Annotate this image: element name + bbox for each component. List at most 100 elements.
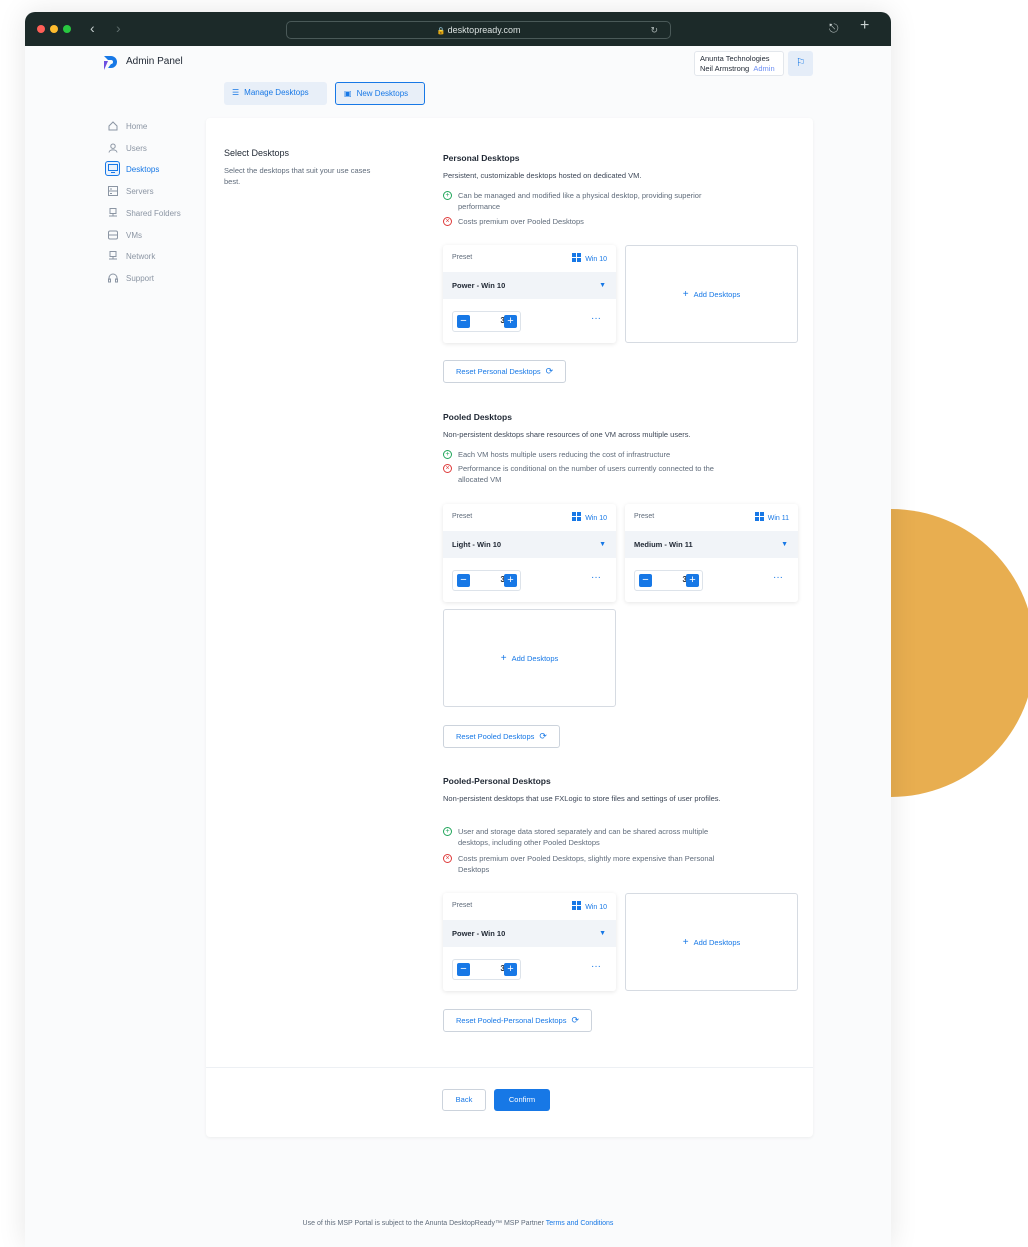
more-options-icon[interactable]: ··· — [591, 573, 601, 583]
sidebar-item-label: Servers — [126, 187, 154, 196]
preset-select[interactable]: Light - Win 10 ▼ — [443, 531, 616, 558]
personal-desktops-description: Persistent, customizable desktops hosted… — [443, 171, 642, 180]
more-options-icon[interactable]: ··· — [773, 573, 783, 583]
add-desktops-label: Add Desktops — [693, 937, 741, 947]
windows-icon — [572, 253, 582, 262]
add-desktops-label: Add Desktops — [511, 653, 559, 663]
sidebar-item-label: Home — [126, 122, 148, 131]
windows-icon — [754, 512, 764, 521]
quantity-value[interactable]: 3 — [453, 575, 509, 584]
sidebar-item-label: VMs — [126, 231, 142, 240]
x-circle-icon: × — [443, 854, 452, 863]
check-circle-icon: + — [443, 827, 452, 836]
plus-icon[interactable]: + — [860, 18, 869, 34]
sidebar-item-desktops[interactable]: Desktops — [105, 161, 195, 179]
plus-icon: + — [682, 936, 689, 948]
vm-icon — [105, 227, 120, 242]
check-circle-icon: + — [443, 191, 452, 200]
sidebar-item-users[interactable]: Users — [105, 140, 195, 158]
chevron-right-icon[interactable]: › — [116, 20, 121, 36]
sidebar-item-network[interactable]: Network — [105, 248, 195, 266]
preset-card: Preset Win 10 Power - Win 10 ▼ − 3 + ··· — [443, 245, 616, 343]
quantity-value[interactable]: 3 — [635, 575, 691, 584]
share-icon[interactable]: ⎋ — [829, 20, 839, 36]
reset-icon: ⟳ — [571, 1015, 580, 1025]
sidebar-item-label: Support — [126, 274, 155, 283]
preset-select[interactable]: Power - Win 10 ▼ — [443, 920, 616, 947]
confirm-button[interactable]: Confirm — [494, 1089, 550, 1111]
reload-icon[interactable]: ↻ — [650, 22, 658, 38]
os-label: Win 11 — [754, 512, 789, 522]
new-desktops-label: New Desktops — [356, 89, 409, 98]
con-text: Costs premium over Pooled Desktops, slig… — [458, 854, 715, 874]
preset-label: Preset — [452, 902, 473, 909]
monitor-icon — [105, 161, 120, 176]
minimize-window-dot[interactable] — [50, 25, 58, 33]
add-desktops-button[interactable]: + Add Desktops — [443, 609, 616, 707]
pooled-desktops-description: Non-persistent desktops share resources … — [443, 430, 691, 439]
sidebar-item-vms[interactable]: VMs — [105, 227, 195, 245]
add-desktops-button[interactable]: + Add Desktops — [625, 245, 798, 343]
os-label: Win 10 — [572, 253, 607, 263]
manage-desktops-tab[interactable]: ☰ Manage Desktops — [224, 82, 327, 105]
browser-window: ‹ › 🔒 desktopready.com ↻ ⎋ + Admin Panel… — [25, 12, 891, 1247]
reset-pooled-desktops-button[interactable]: Reset Pooled Desktops ⟳ — [443, 725, 560, 748]
os-label: Win 10 — [572, 901, 607, 911]
os-text: Win 10 — [585, 904, 607, 911]
plus-button[interactable]: + — [504, 574, 517, 587]
preset-select[interactable]: Power - Win 10 ▼ — [443, 272, 616, 299]
reset-personal-desktops-button[interactable]: Reset Personal Desktops ⟳ — [443, 360, 567, 383]
sidebar-item-servers[interactable]: Servers — [105, 183, 195, 201]
server-icon — [105, 183, 120, 198]
plus-icon: + — [500, 652, 507, 664]
caret-down-icon: ▼ — [781, 541, 788, 548]
preset-value: Medium - Win 11 — [634, 540, 693, 549]
preset-label: Preset — [452, 513, 473, 520]
reset-pooled-personal-desktops-button[interactable]: Reset Pooled-Personal Desktops ⟳ — [443, 1009, 593, 1032]
pro-text: Can be managed and modified like a physi… — [458, 191, 702, 211]
pooled-pro-item: + Each VM hosts multiple users reducing … — [443, 449, 733, 460]
url-text: desktopready.com — [447, 25, 521, 35]
sidebar-item-label: Shared Folders — [126, 209, 181, 218]
plus-button[interactable]: + — [686, 574, 699, 587]
footer: Use of this MSP Portal is subject to the… — [25, 1220, 891, 1227]
chevron-left-icon[interactable]: ‹ — [90, 20, 95, 36]
preset-card: Preset Win 10 Light - Win 10 ▼ − 3 + ··· — [443, 504, 616, 602]
plus-icon: + — [682, 288, 689, 300]
pooled-con-item: × Performance is conditional on the numb… — [443, 463, 733, 485]
personal-con-item: × Costs premium over Pooled Desktops — [443, 216, 733, 227]
caret-down-icon: ▼ — [599, 930, 606, 937]
back-button[interactable]: Back — [442, 1089, 486, 1111]
reset-label: Reset Personal Desktops — [456, 367, 541, 376]
sidebar-item-shared-folders[interactable]: Shared Folders — [105, 205, 195, 223]
quantity-value[interactable]: 3 — [453, 316, 509, 325]
os-text: Win 10 — [585, 256, 607, 263]
address-bar[interactable]: 🔒 desktopready.com ↻ — [286, 21, 671, 39]
more-options-icon[interactable]: ··· — [591, 962, 601, 972]
preset-select[interactable]: Medium - Win 11 ▼ — [625, 531, 798, 558]
more-options-icon[interactable]: ··· — [591, 314, 601, 324]
new-desktops-card: Select Desktops Select the desktops that… — [206, 118, 813, 1137]
con-text: Costs premium over Pooled Desktops — [458, 217, 584, 226]
sidebar-item-home[interactable]: Home — [105, 118, 195, 136]
browser-titlebar: ‹ › 🔒 desktopready.com ↻ ⎋ + — [25, 12, 891, 46]
quantity-value[interactable]: 3 — [453, 964, 509, 973]
plus-button[interactable]: + — [504, 963, 517, 976]
close-window-dot[interactable] — [37, 25, 45, 33]
os-label: Win 10 — [572, 512, 607, 522]
maximize-window-dot[interactable] — [63, 25, 71, 33]
plus-button[interactable]: + — [504, 315, 517, 328]
reset-icon: ⟳ — [545, 366, 554, 376]
new-desktops-tab[interactable]: ▣ New Desktops — [335, 82, 425, 105]
notification-button[interactable]: ⚐ — [788, 51, 813, 76]
user-account-box[interactable]: Anunta Technologies Neil Armstrong Admin — [694, 51, 784, 76]
add-desktops-button[interactable]: + Add Desktops — [625, 893, 798, 991]
quantity-stepper: − 3 + — [452, 959, 521, 980]
company-name: Anunta Technologies — [700, 54, 770, 63]
preset-label: Preset — [634, 513, 655, 520]
con-text: Performance is conditional on the number… — [458, 464, 714, 484]
reset-label: Reset Pooled Desktops — [456, 732, 535, 741]
terms-link[interactable]: Terms and Conditions — [546, 1220, 614, 1227]
preset-value: Power - Win 10 — [452, 281, 506, 290]
sidebar-item-support[interactable]: Support — [105, 270, 195, 288]
